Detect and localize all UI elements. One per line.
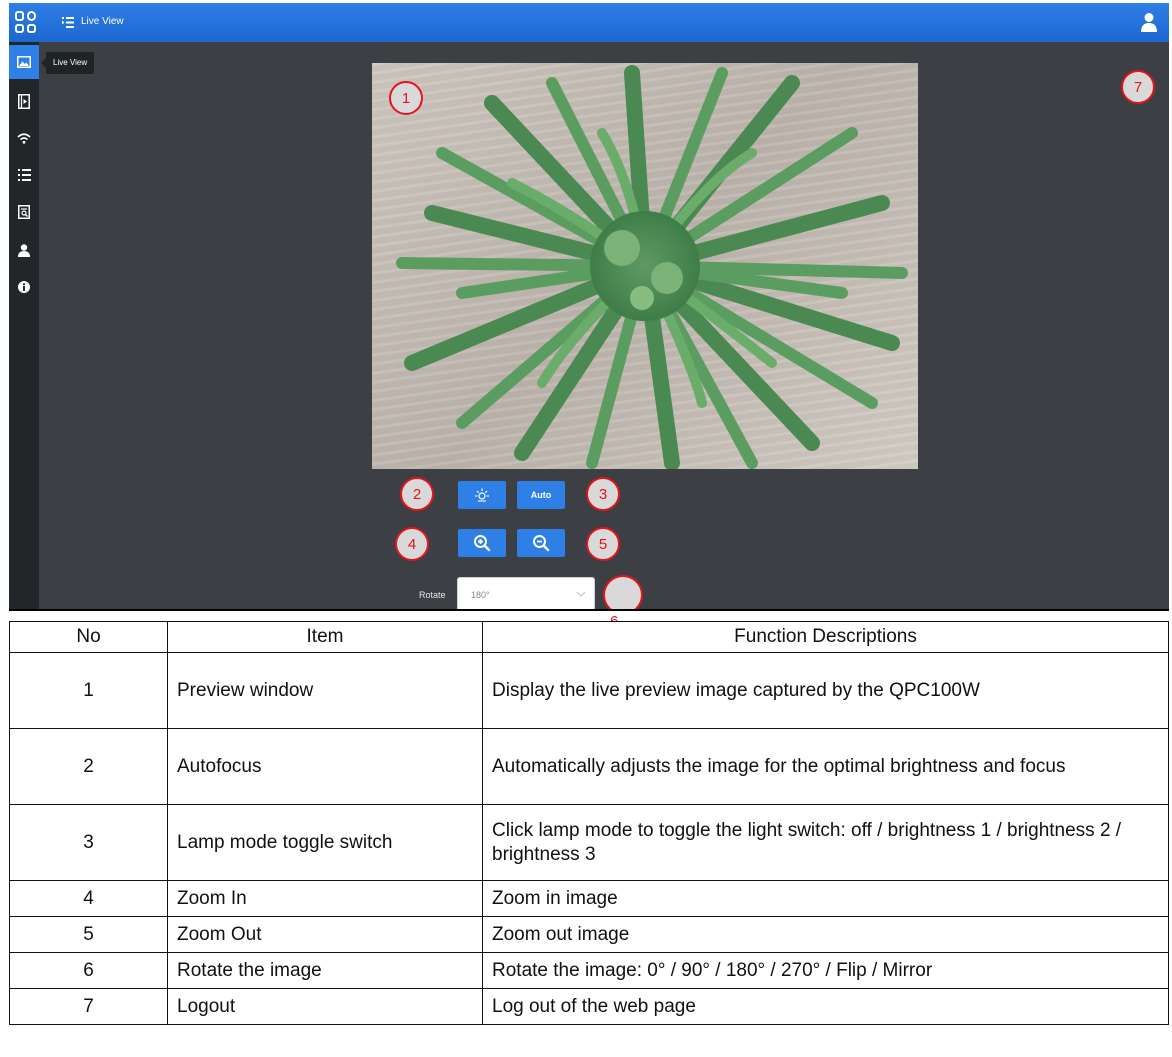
chevron-down-icon [576,591,586,597]
preview-window [372,63,918,469]
header-item: Item [167,621,483,653]
row-no: 3 [9,804,168,881]
function-table: No Item Function Descriptions 1 Preview … [9,621,1169,1025]
menu-toggle-icon[interactable] [62,17,74,28]
sidebar-item-live-view[interactable] [9,45,39,79]
row-description: Log out of the web page [482,988,1169,1025]
row-item: Logout [167,988,483,1025]
table-row: 4 Zoom In Zoom in image [9,880,1169,917]
row-item: Zoom In [167,880,483,917]
row-item: Lamp mode toggle switch [167,804,483,881]
table-row: 3 Lamp mode toggle switch Click lamp mod… [9,804,1169,881]
rotate-label: Rotate [419,590,446,600]
rotate-value: 180° [471,590,490,600]
search-doc-icon [18,205,30,219]
playback-icon [18,93,30,109]
page-title: Live View [81,16,124,27]
row-description: Rotate the image: 0° / 90° / 180° / 270°… [482,952,1169,989]
table-row: 5 Zoom Out Zoom out image [9,916,1169,953]
sidebar-item-network[interactable] [9,121,39,155]
zoom-in-icon [474,535,491,552]
row-item: Preview window [167,652,483,729]
top-bar: Live View [9,3,1169,42]
row-no: 4 [9,880,168,917]
row-item: Rotate the image [167,952,483,989]
sidebar-item-playback[interactable] [9,84,39,118]
row-description: Zoom out image [482,916,1169,953]
wifi-icon [17,132,31,144]
row-no: 2 [9,728,168,805]
row-no: 5 [9,916,168,953]
row-description: Click lamp mode to toggle the light swit… [482,804,1169,881]
callout-6-marker [603,575,643,609]
row-no: 1 [9,652,168,729]
table-row: 7 Logout Log out of the web page [9,988,1169,1025]
callout-3: 3 [586,477,620,511]
table-row: 6 Rotate the image Rotate the image: 0° … [9,952,1169,989]
sidebar-item-about[interactable] [9,270,39,304]
header-no: No [9,621,168,653]
row-no: 7 [9,988,168,1025]
row-description: Display the live preview image captured … [482,652,1169,729]
callout-2: 2 [400,477,434,511]
table-row: 2 Autofocus Automatically adjusts the im… [9,728,1169,805]
row-item: Autofocus [167,728,483,805]
list-icon [17,169,31,181]
app-grid-icon[interactable] [15,11,37,33]
image-icon [17,56,31,68]
live-view-screenshot: Live View Live View Auto Rotate 180° 1 2… [9,3,1169,611]
zoom-out-button[interactable] [517,529,565,557]
header-description: Function Descriptions [482,621,1169,653]
sidebar-item-settings[interactable] [9,158,39,192]
row-item: Zoom Out [167,916,483,953]
plant-image [396,65,908,469]
user-icon [18,243,30,257]
row-no: 6 [9,952,168,989]
sidebar-tooltip: Live View [40,52,95,74]
logout-user-icon[interactable] [1141,12,1157,32]
zoom-out-icon [533,535,550,552]
callout-4: 4 [395,527,429,561]
table-row: 1 Preview window Display the live previe… [9,652,1169,729]
sidebar [9,42,39,609]
zoom-in-button[interactable] [458,529,506,557]
row-description: Automatically adjusts the image for the … [482,728,1169,805]
light-icon [475,488,489,502]
sidebar-item-account[interactable] [9,233,39,267]
auto-button[interactable]: Auto [517,481,565,509]
sidebar-item-logs[interactable] [9,195,39,229]
callout-5: 5 [586,527,620,561]
rotate-select[interactable]: 180° [457,577,595,609]
light-button[interactable] [458,481,506,509]
callout-1: 1 [389,81,423,115]
callout-7: 7 [1121,70,1155,104]
info-icon [18,281,30,293]
row-description: Zoom in image [482,880,1169,917]
